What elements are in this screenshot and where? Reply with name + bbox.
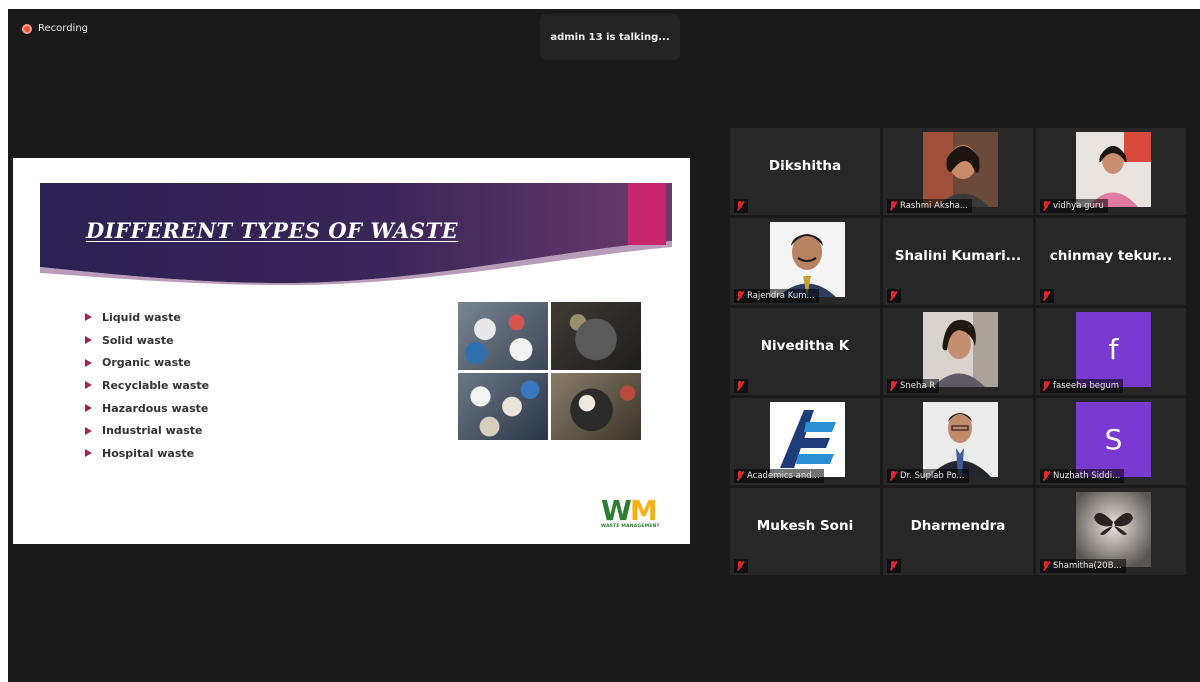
participant-avatar: S (1076, 402, 1151, 477)
muted-mic-icon (736, 471, 744, 481)
recording-indicator[interactable]: Recording (22, 23, 88, 34)
list-item: Organic waste (85, 351, 209, 374)
muted-mic-icon (1042, 561, 1050, 571)
participant-tile[interactable]: Niveditha K (730, 308, 880, 395)
participant-tile[interactable]: Shamitha(20B... (1036, 488, 1186, 575)
waste-photo-collage (458, 302, 641, 440)
participant-logo (770, 402, 845, 477)
participant-tile[interactable]: chinmay tekur... (1036, 218, 1186, 305)
participant-video (1076, 492, 1151, 567)
participant-video (1076, 132, 1151, 207)
bullet-arrow-icon (85, 449, 92, 458)
muted-mic-icon (1042, 201, 1050, 211)
participant-tile[interactable]: S Nuzhath Siddi... (1036, 398, 1186, 485)
record-icon (22, 23, 32, 34)
participant-tile[interactable]: Dr. Suplab Po... (883, 398, 1033, 485)
bullet-arrow-icon (85, 381, 92, 390)
muted-mic-icon (889, 291, 897, 301)
bullet-arrow-icon (85, 426, 92, 435)
bullet-arrow-icon (85, 336, 92, 345)
muted-mic-icon (1042, 291, 1050, 301)
muted-mic-icon (1042, 381, 1050, 391)
list-item: Solid waste (85, 329, 209, 352)
list-item: Recyclable waste (85, 374, 209, 397)
muted-mic-icon (889, 381, 897, 391)
muted-mic-icon (889, 471, 897, 481)
shared-screen: DIFFERENT TYPES OF WASTE Liquid waste So… (13, 158, 690, 544)
muted-mic-icon (1042, 471, 1050, 481)
participant-tile[interactable]: vidhya guru (1036, 128, 1186, 215)
participant-tile[interactable]: Dharmendra (883, 488, 1033, 575)
participant-tile[interactable]: Shalini Kumari... (883, 218, 1033, 305)
waste-type-list: Liquid waste Solid waste Organic waste R… (85, 306, 209, 465)
muted-mic-icon (736, 291, 744, 301)
plastic-waste-photo (458, 302, 548, 370)
list-item: Liquid waste (85, 306, 209, 329)
battery-waste-photo (551, 302, 641, 370)
list-item: Hospital waste (85, 442, 209, 465)
participant-video (770, 222, 845, 297)
muted-mic-icon (736, 381, 744, 391)
participant-tile[interactable]: Rajendra Kum... (730, 218, 880, 305)
accent-bar (628, 183, 666, 245)
avatar: S (1076, 402, 1151, 477)
participant-video (923, 312, 998, 387)
avatar: f (1076, 312, 1151, 387)
participant-tile[interactable]: Mukesh Soni (730, 488, 880, 575)
muted-mic-icon (889, 561, 897, 571)
participant-tile[interactable]: Rashmi Aksha... (883, 128, 1033, 215)
participant-tile[interactable]: Dikshitha (730, 128, 880, 215)
muted-mic-icon (736, 201, 744, 211)
bullet-arrow-icon (85, 313, 92, 322)
bullet-arrow-icon (85, 358, 92, 367)
muted-mic-icon (736, 561, 744, 571)
participant-avatar: f (1076, 312, 1151, 387)
active-speaker-banner: admin 13 is talking... (540, 14, 680, 60)
muted-mic-icon (889, 201, 897, 211)
bullet-arrow-icon (85, 404, 92, 413)
participant-video (923, 402, 998, 477)
participant-tile[interactable]: Academics and... (730, 398, 880, 485)
participant-tile[interactable]: f faseeha begum (1036, 308, 1186, 395)
list-item: Hazardous waste (85, 397, 209, 420)
cup-waste-photo (458, 372, 548, 440)
list-item: Industrial waste (85, 419, 209, 442)
bin-waste-photo (551, 372, 641, 440)
participant-tile[interactable]: Sneha R (883, 308, 1033, 395)
waste-management-logo: WM WASTE MANAGEMENT (601, 494, 660, 530)
slide-title: DIFFERENT TYPES OF WASTE (86, 218, 459, 243)
meeting-window: Recording admin 13 is talking... DIFFERE… (8, 9, 1200, 682)
recording-label: Recording (38, 23, 89, 34)
participant-video (923, 132, 998, 207)
